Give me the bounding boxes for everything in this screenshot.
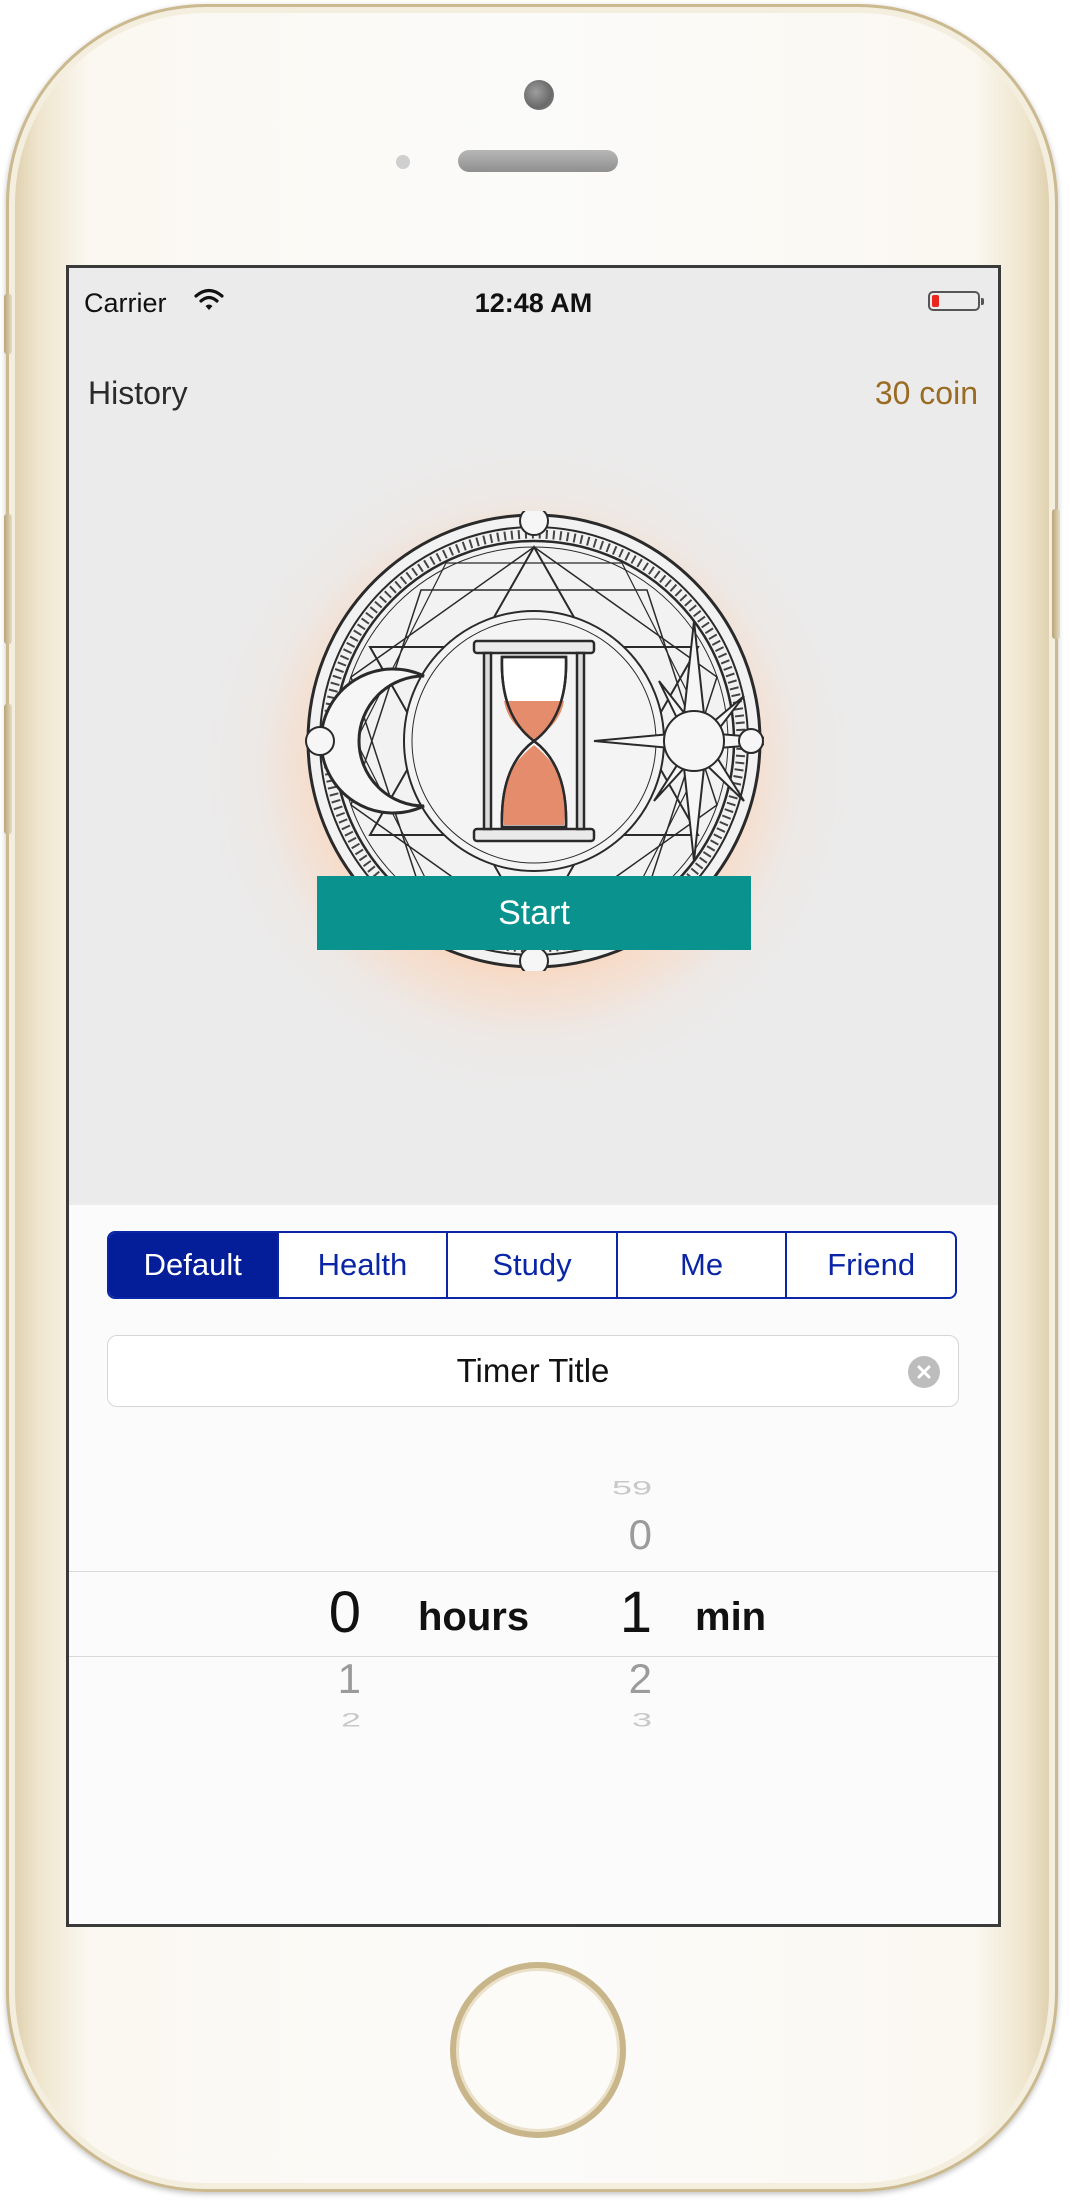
category-segment-health[interactable]: Health (276, 1233, 447, 1297)
earpiece-speaker (458, 150, 618, 172)
history-button[interactable]: History (88, 375, 188, 412)
duration-picker[interactable]: 1 2 0 hours 59 0 1 min 2 3 (69, 1427, 998, 1757)
status-bar: Carrier 12:48 AM (69, 268, 998, 318)
start-button[interactable]: Start (317, 876, 751, 950)
minutes-selected-value[interactable]: 1 (592, 1579, 652, 1646)
battery-icon (928, 291, 984, 311)
category-segment-default[interactable]: Default (109, 1233, 277, 1297)
volume-down-button (4, 704, 12, 834)
hours-unit-label: hours (418, 1595, 530, 1639)
timer-title-field (107, 1335, 959, 1407)
home-button[interactable] (450, 1962, 626, 2138)
status-time: 12:48 AM (474, 288, 593, 318)
hours-option[interactable]: 2 (301, 1708, 361, 1731)
front-camera (524, 80, 554, 110)
minutes-option[interactable]: 3 (592, 1708, 652, 1731)
clear-icon[interactable] (908, 1356, 940, 1388)
category-segment-friend[interactable]: Friend (785, 1233, 955, 1297)
category-segment-study[interactable]: Study (446, 1233, 616, 1297)
timer-setup-panel: Default Health Study Me Friend 1 2 0 hou… (69, 1205, 998, 1924)
minutes-unit-label: min (695, 1595, 767, 1639)
power-button (1052, 509, 1060, 639)
hours-option[interactable]: 1 (301, 1655, 361, 1703)
proximity-sensor (396, 155, 410, 169)
hours-selected-value[interactable]: 0 (301, 1579, 361, 1646)
coin-balance: 30 coin (874, 375, 978, 411)
category-segment-me[interactable]: Me (615, 1233, 786, 1297)
app-screen: Carrier 12:48 AM History 30 coin Default… (66, 265, 1001, 1927)
category-segmented-control: Default Health Study Me Friend (107, 1231, 957, 1299)
volume-up-button (4, 514, 12, 644)
timer-title-input[interactable] (108, 1336, 958, 1406)
minutes-option[interactable]: 59 (592, 1476, 652, 1499)
minutes-option[interactable]: 2 (592, 1655, 652, 1703)
mute-switch (4, 294, 12, 354)
battery-level-fill (932, 295, 939, 307)
minutes-option[interactable]: 0 (592, 1511, 652, 1559)
picker-selection-band (69, 1571, 998, 1657)
